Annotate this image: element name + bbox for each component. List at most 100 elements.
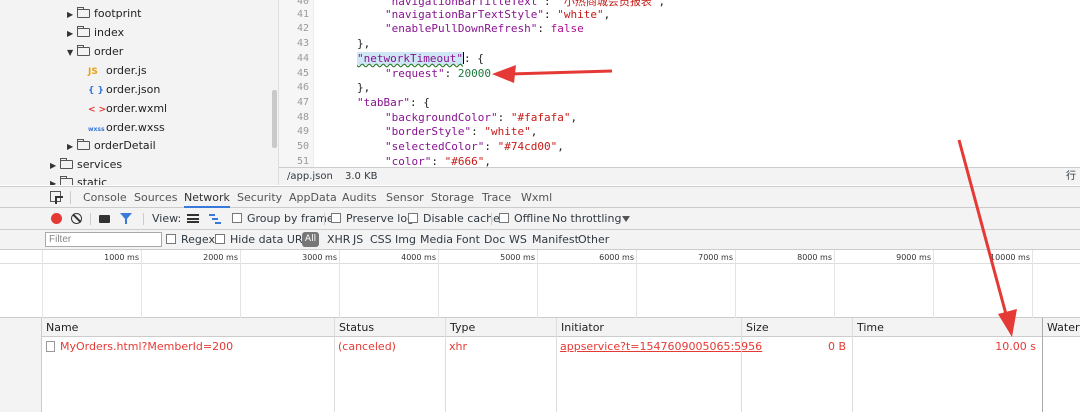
filter-type-css[interactable]: CSS	[370, 230, 392, 250]
column-header-name[interactable]: Name	[42, 318, 334, 337]
throttling-select[interactable]: No throttling	[552, 208, 621, 230]
checkbox-label: Preserve log	[346, 212, 415, 225]
offline-checkbox[interactable]: Offline	[499, 208, 550, 230]
tree-folder-index[interactable]: ▶ index	[67, 23, 124, 42]
filter-type-doc[interactable]: Doc	[484, 230, 505, 250]
tree-file-order-json[interactable]: { } order.json	[88, 80, 160, 99]
column-header-time[interactable]: Time	[852, 318, 1042, 337]
tab-trace[interactable]: Trace	[482, 187, 511, 208]
request-name: MyOrders.html?MemberId=200	[60, 340, 234, 353]
tab-network[interactable]: Network	[184, 187, 230, 208]
tab-appdata[interactable]: AppData	[289, 187, 337, 208]
status-line-info: 行	[1066, 171, 1076, 182]
line-number: 47	[296, 97, 309, 108]
tab-console[interactable]: Console	[83, 187, 127, 208]
checkbox-icon	[499, 213, 509, 223]
column-header-status[interactable]: Status	[334, 318, 445, 337]
network-toolbar: View: Group by frame Preserve log Disabl…	[0, 208, 1080, 230]
cell-name: MyOrders.html?MemberId=200	[42, 337, 334, 357]
filter-type-manifest[interactable]: Manifest	[532, 230, 579, 250]
tree-folder-static[interactable]: ▶ static	[50, 173, 107, 185]
code-line: "borderStyle": "white",	[385, 125, 538, 138]
timeline-tick-label: 6000 ms	[599, 253, 634, 262]
open-folder-icon	[77, 45, 90, 56]
preserve-log-checkbox[interactable]: Preserve log	[331, 208, 414, 230]
expanded-arrow-icon: ▼	[67, 48, 74, 57]
tree-file-order-wxss[interactable]: wxssorder.wxss	[88, 118, 165, 137]
column-header-size[interactable]: Size	[741, 318, 852, 337]
timeline-gridline	[636, 250, 637, 318]
initiator-link[interactable]: appservice?t=1547609005065:5956	[556, 337, 762, 357]
line-number: 43	[296, 38, 309, 49]
tree-folder-orderdetail[interactable]: ▶ orderDetail	[67, 136, 156, 155]
collapsed-arrow-icon: ▶	[67, 29, 74, 38]
filter-icon[interactable]	[120, 213, 132, 224]
column-divider	[556, 318, 557, 412]
capture-screenshots-icon[interactable]	[99, 215, 110, 223]
tree-folder-footprint[interactable]: ▶ footprint	[67, 4, 142, 23]
dropdown-arrow-icon[interactable]	[622, 216, 630, 222]
timeline-tick-label: 4000 ms	[401, 253, 436, 262]
record-button[interactable]	[51, 213, 62, 224]
filter-type-xhr[interactable]: XHR	[327, 230, 350, 250]
column-divider	[852, 318, 853, 412]
collapsed-arrow-icon: ▶	[67, 142, 74, 151]
filter-input[interactable]	[45, 232, 162, 247]
code-line: "color": "#666",	[385, 155, 491, 167]
timeline-gridline	[735, 250, 736, 318]
group-by-frame-checkbox[interactable]: Group by frame	[232, 208, 334, 230]
timeline-gridline	[1032, 250, 1033, 318]
large-rows-icon[interactable]	[187, 214, 199, 223]
code-editor[interactable]: "navigationBarTitleText": "小热商城会员报表", "n…	[316, 0, 1080, 167]
filter-type-ws[interactable]: WS	[509, 230, 527, 250]
tree-scrollbar[interactable]	[272, 90, 277, 148]
tab-sources[interactable]: Sources	[134, 187, 178, 208]
tree-file-order-wxml[interactable]: < >order.wxml	[88, 99, 167, 118]
disable-cache-checkbox[interactable]: Disable cache	[408, 208, 500, 230]
view-label: View:	[152, 212, 182, 225]
tab-wxml[interactable]: Wxml	[521, 187, 552, 208]
column-header-type[interactable]: Type	[445, 318, 556, 337]
timeline-gridline	[438, 250, 439, 318]
line-number: 50	[296, 141, 309, 152]
waterfall-divider	[1042, 318, 1043, 412]
folder-icon	[77, 7, 90, 18]
timeline-overview[interactable]: 1000 ms 2000 ms 3000 ms 4000 ms 5000 ms …	[0, 250, 1080, 318]
code-line: "selectedColor": "#74cd00",	[385, 140, 564, 153]
filter-type-media[interactable]: Media	[420, 230, 453, 250]
column-divider	[445, 318, 446, 412]
tree-folder-order[interactable]: ▼ order	[67, 42, 123, 61]
code-line: },	[357, 81, 371, 94]
filter-type-img[interactable]: Img	[395, 230, 416, 250]
clear-button[interactable]	[71, 213, 82, 224]
inspect-element-icon[interactable]	[50, 191, 63, 204]
timeline-gridline	[141, 250, 142, 318]
table-row[interactable]: MyOrders.html?MemberId=200 (canceled) xh…	[42, 337, 1080, 357]
column-divider	[741, 318, 742, 412]
tree-item-label: order	[94, 45, 124, 58]
tree-item-label: services	[77, 158, 123, 171]
timeline-gridline	[834, 250, 835, 318]
regex-checkbox[interactable]: Regex	[166, 230, 215, 250]
network-request-table: Name Status Type Initiator Size Time Wat…	[0, 318, 1080, 412]
tree-file-order-js[interactable]: JS order.js	[88, 61, 147, 80]
checkbox-icon	[215, 234, 225, 244]
column-header-waterfall[interactable]: Waterfa	[1042, 318, 1080, 337]
overview-icon[interactable]	[209, 214, 221, 224]
timeline-gridline	[537, 250, 538, 318]
filter-type-other[interactable]: Other	[578, 230, 609, 250]
filter-type-js[interactable]: JS	[353, 230, 363, 250]
divider	[70, 191, 71, 204]
filter-type-font[interactable]: Font	[456, 230, 480, 250]
column-header-initiator[interactable]: Initiator	[556, 318, 741, 337]
hide-data-urls-checkbox[interactable]: Hide data URLs	[215, 230, 314, 250]
tab-security[interactable]: Security	[237, 187, 282, 208]
tab-storage[interactable]: Storage	[431, 187, 474, 208]
tab-audits[interactable]: Audits	[342, 187, 377, 208]
tab-sensor[interactable]: Sensor	[386, 187, 424, 208]
line-number: 46	[296, 82, 309, 93]
filter-all-button[interactable]: All	[302, 232, 319, 247]
tree-folder-services[interactable]: ▶ services	[50, 155, 122, 174]
checkbox-icon	[232, 213, 242, 223]
folder-icon	[60, 158, 73, 169]
